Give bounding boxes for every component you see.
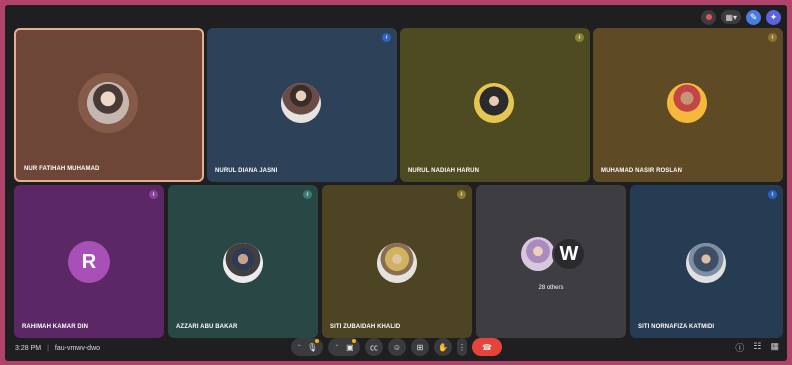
meeting-code[interactable]: fau-vmwv-dwo <box>55 345 100 352</box>
top-toolbar: ▦▾ ✎ ✦ <box>701 8 781 26</box>
record-icon[interactable] <box>701 9 717 25</box>
participant-tile[interactable]: NUR FATIHAH MUHAMAD <box>14 28 204 182</box>
muted-mic-icon: ɫ <box>457 190 466 199</box>
clock-time: 3:28 PM <box>15 344 42 352</box>
more-icon[interactable]: ⋮ <box>457 338 467 356</box>
muted-mic-icon: ɫ <box>149 190 158 199</box>
meeting-details: 3:28 PM | fau-vmwv-dwo <box>15 345 100 352</box>
participant-tile[interactable]: ɫ SITI ZUBAIDAH KHALID <box>322 185 472 338</box>
avatar-initial: W <box>559 242 579 265</box>
avatar: R <box>68 241 110 283</box>
participant-name: RAHIMAH KAMAR DIN <box>22 324 89 330</box>
avatar <box>686 243 726 283</box>
meeting-window: ▦▾ ✎ ✦ NUR FATIHAH MUHAMAD ɫ NURUL DIANA… <box>5 5 787 361</box>
avatar: W <box>552 237 586 271</box>
participant-name: MUHAMAD NASIR ROSLAN <box>601 168 682 174</box>
avatar <box>377 243 417 283</box>
chevron-up-icon[interactable]: ⌃ <box>334 344 339 351</box>
camera-icon[interactable]: ▣ <box>346 343 354 352</box>
muted-mic-icon: ɫ <box>768 190 777 199</box>
side-panel-buttons: ⓘ ☷ ▦ <box>735 341 779 354</box>
end-call-icon[interactable]: ☎ <box>472 338 502 356</box>
muted-mic-icon: ɫ <box>575 33 584 42</box>
avatar <box>667 83 707 123</box>
bottom-bar: 3:28 PM | fau-vmwv-dwo ⌃ 🎙 ⌃ ▣ ㏄ ☺ ⊞ ✋ ⋮… <box>5 335 787 361</box>
participant-name: SITI ZUBAIDAH KHALID <box>330 324 401 330</box>
present-icon[interactable]: ⊞ <box>411 338 429 356</box>
participant-tile[interactable]: ɫ AZZARI ABU BAKAR <box>168 185 318 338</box>
camera-button[interactable]: ⌃ ▣ <box>328 338 360 356</box>
avatar <box>521 237 555 271</box>
participant-name: SITI NORNAFIZA KATMIDI <box>638 324 715 330</box>
call-controls: ⌃ 🎙 ⌃ ▣ ㏄ ☺ ⊞ ✋ ⋮ ☎ <box>291 338 502 356</box>
captions-icon[interactable]: ㏄ <box>365 338 383 356</box>
muted-mic-icon: ɫ <box>768 33 777 42</box>
mic-icon[interactable]: 🎙 <box>307 343 317 352</box>
participant-tile[interactable]: ɫ NURUL NADIAH HARUN <box>400 28 590 182</box>
others-tile[interactable]: W 28 others <box>476 185 626 338</box>
participant-tile[interactable]: ɫ NURUL DIANA JASNI <box>207 28 397 182</box>
muted-mic-icon: ɫ <box>303 190 312 199</box>
mic-button[interactable]: ⌃ 🎙 <box>291 338 323 356</box>
avatar <box>223 243 263 283</box>
participant-tile[interactable]: ɫ R RAHIMAH KAMAR DIN <box>14 185 164 338</box>
muted-mic-icon: ɫ <box>382 33 391 42</box>
participant-name: AZZARI ABU BAKAR <box>176 324 238 330</box>
avatar-initial: R <box>81 250 97 273</box>
avatar <box>87 82 129 124</box>
chevron-up-icon[interactable]: ⌃ <box>297 344 302 351</box>
apps-icon[interactable]: ✦ <box>766 9 781 25</box>
edit-icon[interactable]: ✎ <box>746 9 761 25</box>
participant-tile[interactable]: ɫ SITI NORNAFIZA KATMIDI <box>630 185 783 338</box>
others-count: 28 others <box>538 285 564 291</box>
participant-tile[interactable]: ɫ MUHAMAD NASIR ROSLAN <box>593 28 783 182</box>
raise-hand-icon[interactable]: ✋ <box>434 338 452 356</box>
emoji-icon[interactable]: ☺ <box>388 338 406 356</box>
separator: | <box>47 344 49 352</box>
participant-name: NURUL NADIAH HARUN <box>408 168 480 174</box>
participant-name: NURUL DIANA JASNI <box>215 168 278 174</box>
layout-icon[interactable]: ▦▾ <box>721 10 741 24</box>
participant-name: NUR FATIHAH MUHAMAD <box>24 166 100 172</box>
avatar <box>281 83 321 123</box>
people-icon[interactable]: ☷ <box>753 341 761 354</box>
info-icon[interactable]: ⓘ <box>735 341 744 354</box>
activities-icon[interactable]: ▦ <box>770 341 779 354</box>
avatar <box>474 83 514 123</box>
